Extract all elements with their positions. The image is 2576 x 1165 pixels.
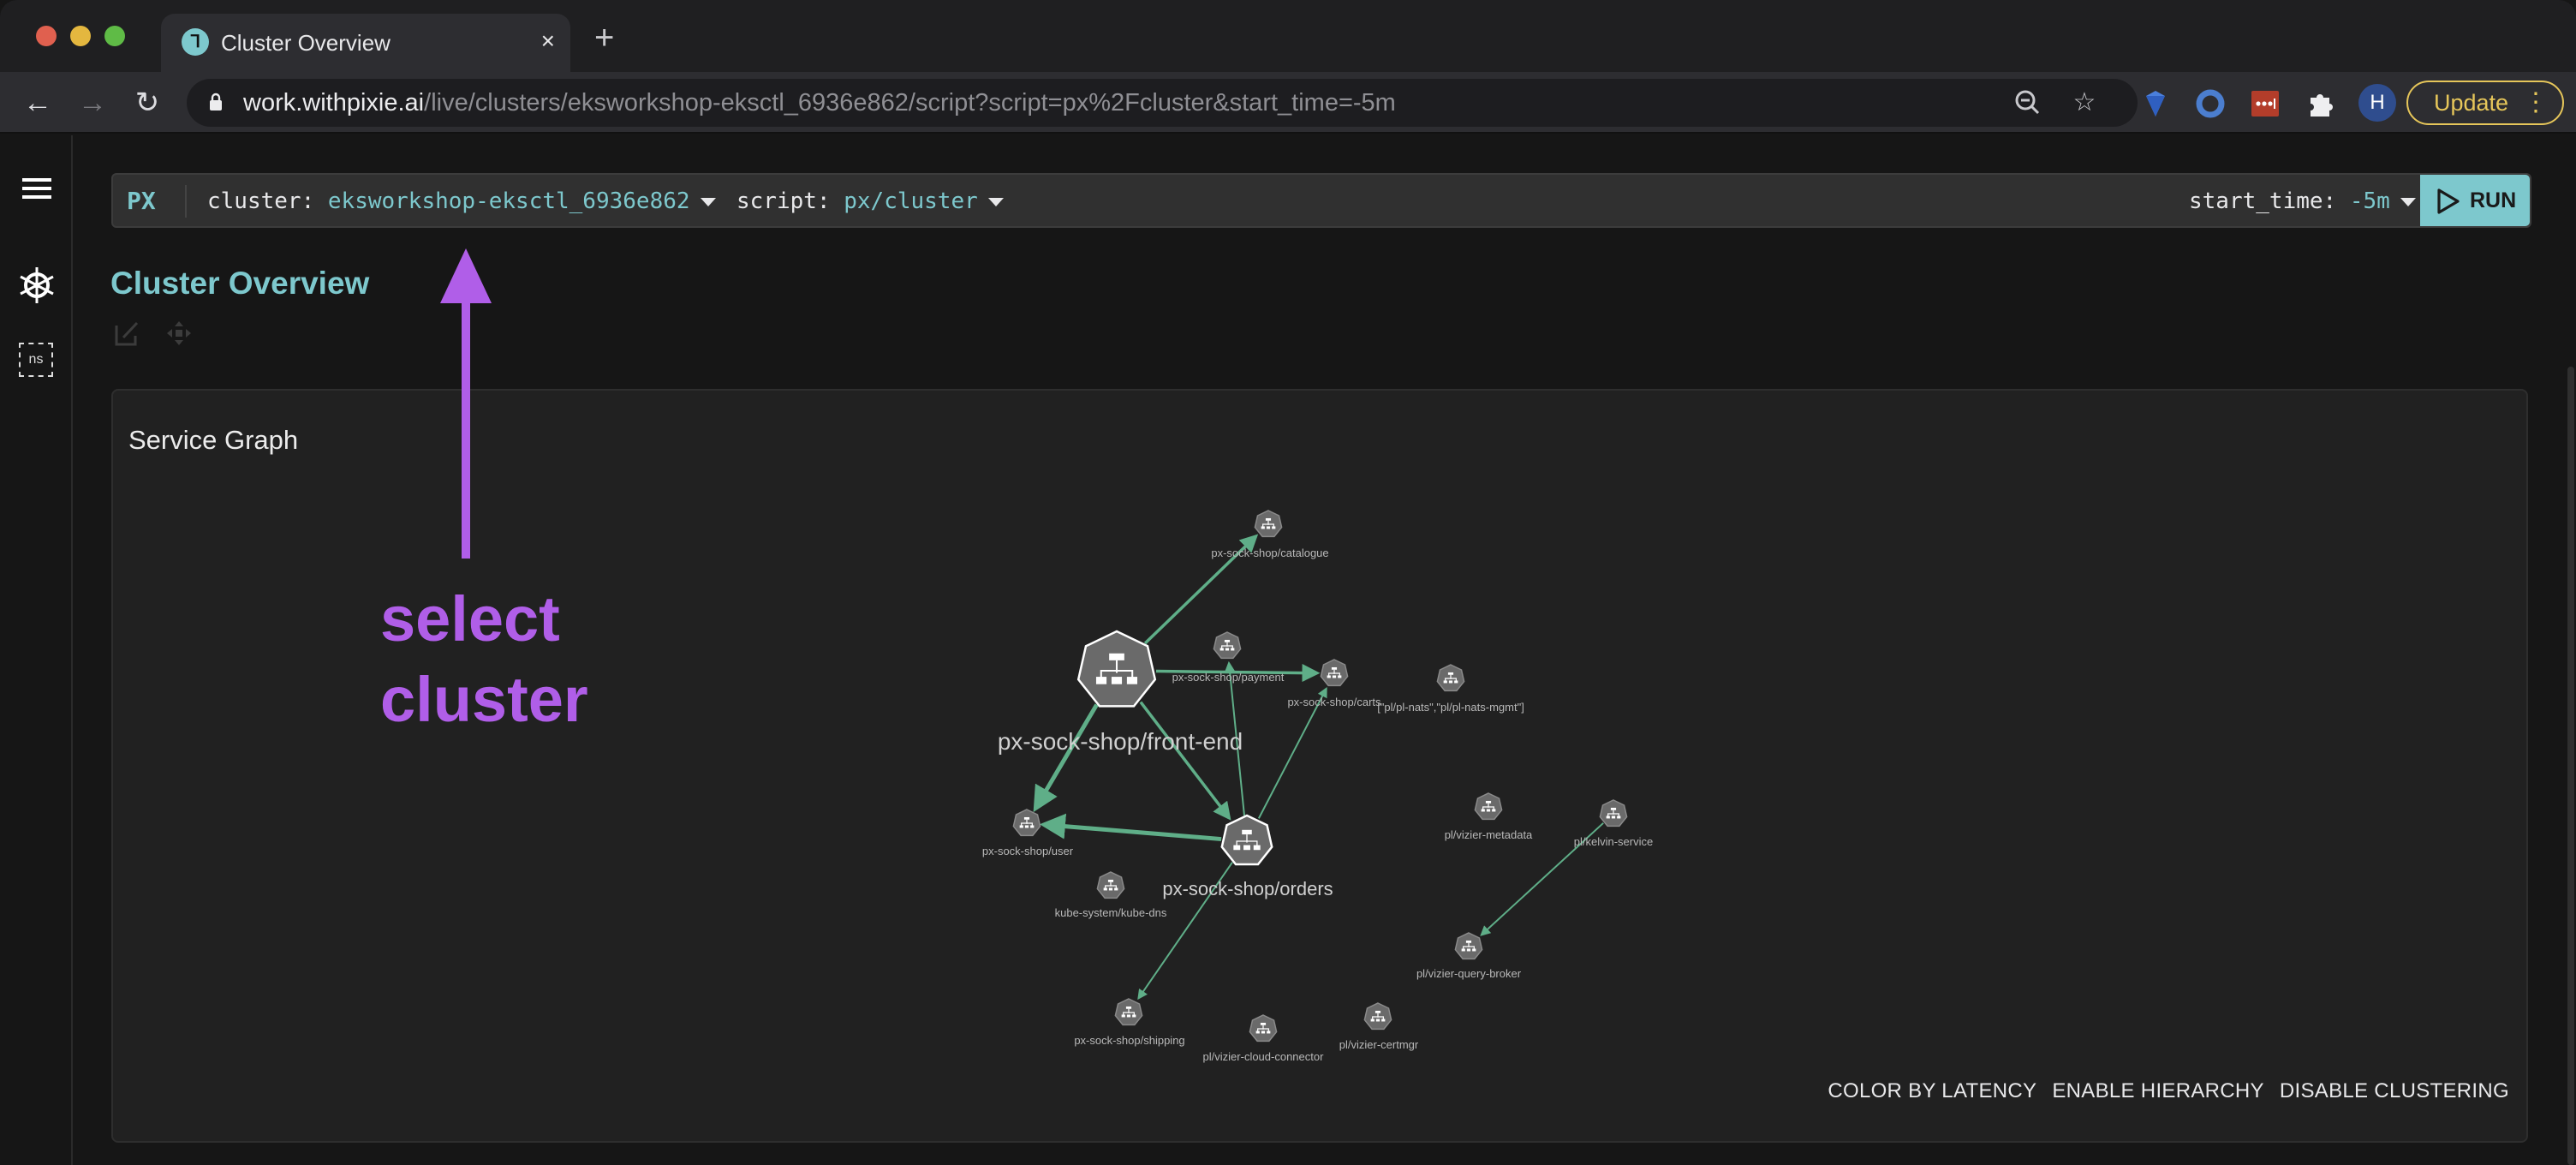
command-bar: PX cluster: eksworkshop-eksctl_6936e862 …: [111, 173, 2531, 228]
tab-title: Cluster Overview: [221, 30, 391, 56]
graph-node-label: px-sock-shop/payment: [1172, 671, 1285, 684]
graph-node-vizier-metadata[interactable]: [1474, 792, 1503, 821]
graph-node-label: px-sock-shop/carts: [1287, 696, 1381, 708]
graph-actions: COLOR BY LATENCY ENABLE HIERARCHY DISABL…: [1828, 1079, 2509, 1103]
bookmark-star-icon[interactable]: ☆: [2069, 87, 2100, 118]
back-arrow-icon[interactable]: ←: [19, 84, 57, 122]
close-window-button[interactable]: [36, 26, 57, 46]
graph-node-carts[interactable]: [1320, 659, 1349, 687]
divider: [185, 185, 187, 218]
pixie-favicon-icon: ᒣ: [182, 28, 209, 56]
enable-hierarchy-button[interactable]: ENABLE HIERARCHY: [2052, 1079, 2264, 1103]
edit-icon[interactable]: [113, 319, 142, 348]
graph-node-label: kube-system/kube-dns: [1055, 906, 1167, 919]
url-text[interactable]: work.withpixie.ai/live/clusters/eksworks…: [243, 89, 1396, 117]
graph-node-label: px-sock-shop/shipping: [1074, 1034, 1184, 1047]
pixie-logo[interactable]: PX: [127, 187, 156, 215]
extensions-puzzle-icon[interactable]: [2304, 87, 2336, 120]
lastpass-extension-icon[interactable]: [2249, 87, 2281, 120]
zoom-out-icon[interactable]: [2012, 87, 2043, 118]
update-button[interactable]: Update ⋮: [2406, 81, 2564, 125]
graph-node-query-broker[interactable]: [1454, 932, 1483, 960]
graph-node-front-end[interactable]: [1076, 630, 1157, 708]
graph-node-label: pl/vizier-certmgr: [1339, 1038, 1419, 1051]
graph-node-label: px-sock-shop/front-end: [998, 728, 1243, 755]
diamond-extension-icon[interactable]: [2139, 87, 2172, 120]
graph-node-label: px-sock-shop/catalogue: [1211, 547, 1328, 559]
graph-node-kube-dns[interactable]: [1096, 871, 1125, 899]
graph-node-label: px-sock-shop/user: [982, 845, 1074, 857]
graph-node-shipping[interactable]: [1114, 998, 1143, 1026]
graph-node-user[interactable]: [1012, 809, 1041, 837]
browser-tab-strip: ᒣ Cluster Overview × +: [0, 0, 2576, 74]
lock-icon: [210, 93, 222, 111]
graph-node-label: px-sock-shop/orders: [1162, 878, 1333, 899]
chevron-down-icon: [987, 197, 1004, 206]
graph-node-orders[interactable]: [1220, 814, 1273, 866]
start-time-selector[interactable]: start_time: -5m: [2189, 188, 2416, 214]
graph-node-nats[interactable]: [1436, 664, 1465, 692]
tab-close-icon[interactable]: ×: [541, 27, 555, 55]
graph-edge-orders-to-user[interactable]: [1039, 813, 1222, 842]
annotation-arrow-icon: [440, 248, 492, 559]
play-icon: [2437, 188, 2460, 214]
maximize-window-button[interactable]: [104, 26, 125, 46]
graph-node-certmgr[interactable]: [1363, 1002, 1392, 1031]
graph-node-kelvin[interactable]: [1599, 799, 1628, 827]
browser-tab-cluster-overview[interactable]: ᒣ Cluster Overview ×: [161, 14, 570, 74]
kubernetes-helm-icon[interactable]: [17, 266, 57, 305]
minimize-window-button[interactable]: [70, 26, 91, 46]
chevron-down-icon: [700, 197, 716, 206]
sidebar: ns: [0, 135, 73, 1165]
page-scrollbar[interactable]: [2567, 367, 2574, 1165]
color-by-latency-button[interactable]: COLOR BY LATENCY: [1828, 1079, 2036, 1103]
new-tab-button[interactable]: +: [594, 21, 614, 55]
graph-edge-front-end-to-orders[interactable]: [1139, 701, 1231, 821]
forward-arrow-icon[interactable]: →: [74, 84, 111, 122]
browser-toolbar: ← → ↻ work.withpixie.ai/live/clusters/ek…: [0, 72, 2576, 134]
script-selector[interactable]: script: px/cluster: [736, 188, 1004, 214]
address-bar[interactable]: work.withpixie.ai/live/clusters/eksworks…: [187, 79, 2138, 127]
script-value: px/cluster: [844, 188, 978, 214]
cluster-selector[interactable]: cluster: eksworkshop-eksctl_6936e862: [207, 188, 716, 214]
circle-extension-icon[interactable]: [2194, 87, 2227, 120]
graph-node-catalogue[interactable]: [1254, 510, 1283, 538]
graph-node-cloud-connector[interactable]: [1249, 1014, 1278, 1043]
graph-node-label: pl/vizier-cloud-connector: [1203, 1050, 1325, 1063]
profile-avatar[interactable]: H: [2358, 84, 2396, 122]
move-layout-icon[interactable]: [164, 319, 194, 348]
reload-icon[interactable]: ↻: [128, 84, 166, 122]
browser-menu-icon[interactable]: ⋮: [2523, 82, 2549, 123]
graph-edge-front-end-to-user[interactable]: [1033, 703, 1099, 813]
graph-node-label: pl/vizier-query-broker: [1416, 967, 1522, 980]
graph-node-label: pl/vizier-metadata: [1445, 828, 1533, 841]
disable-clustering-button[interactable]: DISABLE CLUSTERING: [2280, 1079, 2509, 1103]
graph-node-label: pl/kelvin-service: [1574, 835, 1653, 848]
run-button[interactable]: RUN: [2420, 175, 2530, 226]
start-time-value: -5m: [2349, 188, 2390, 214]
cluster-value: eksworkshop-eksctl_6936e862: [327, 188, 690, 214]
chevron-down-icon: [2400, 197, 2416, 206]
hamburger-menu-icon[interactable]: [22, 178, 51, 199]
page-title: Cluster Overview: [110, 266, 370, 301]
graph-node-label: ["pl/pl-nats","pl/pl-nats-mgmt"]: [1377, 701, 1524, 714]
annotation-text: select cluster: [380, 583, 588, 735]
namespace-button[interactable]: ns: [19, 343, 53, 377]
graph-node-payment[interactable]: [1213, 631, 1242, 660]
